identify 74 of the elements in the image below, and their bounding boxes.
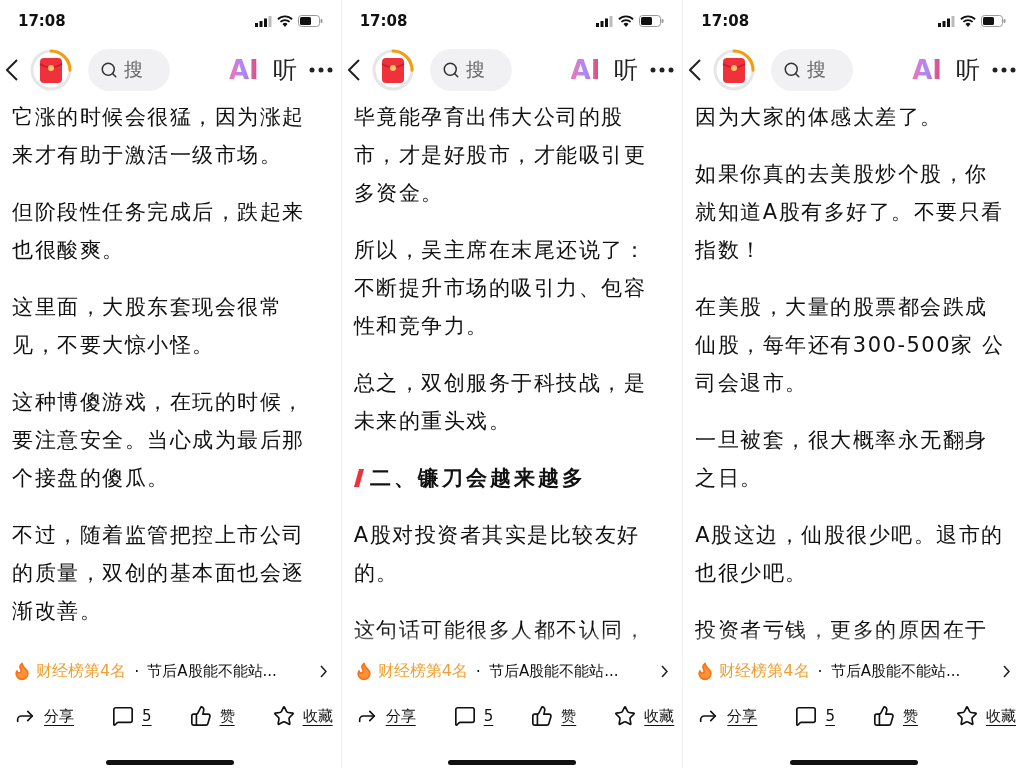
star-icon [272,705,295,727]
star-icon [614,705,637,727]
status-time: 17:08 [359,12,408,30]
article-paragraph: 因为大家的体感太差了。 [695,104,943,131]
search-field[interactable]: 搜 [429,49,512,91]
wifi-icon [618,15,635,27]
comment-icon [795,705,818,727]
comment-button[interactable]: 5 [453,705,494,727]
chevron-right-icon [1003,664,1010,678]
search-icon [441,61,460,79]
share-button[interactable]: 分享 [697,705,758,727]
article-paragraph: 如果你真的去美股炒个股，你 就知道A股有多好了。不要只看 指数！ [695,161,1004,264]
ranking-link[interactable]: 财经榜第4名 · 节后A股能不能站... [683,648,1024,694]
share-button[interactable]: 分享 [14,705,74,727]
battery-icon [639,15,665,27]
like-button[interactable]: 赞 [189,705,235,727]
article-paragraph: 所以，吴主席在末尾还说了： 不断提升市场的吸引力、包容 性和竞争力。 [353,237,647,340]
back-icon[interactable] [6,59,18,81]
thumbs-up-icon [872,705,895,727]
back-icon[interactable] [689,59,702,81]
comment-button[interactable]: 5 [112,705,152,727]
article-paragraph: 总之，双创服务于科技战，是 未来的重头戏。 [353,370,647,435]
chevron-right-icon [661,664,669,678]
article-paragraph: 投资者亏钱，更多的原因在于 [695,617,988,644]
thumbs-up-icon [531,705,554,727]
comment-icon [112,705,135,727]
like-button[interactable]: 赞 [531,705,577,727]
envelope-icon[interactable] [28,47,74,93]
wifi-icon [276,15,293,27]
article-paragraph: 这种博傻游戏，在玩的时候， 要注意安全。当心成为最后那 个接盘的傻瓜。 [12,389,305,492]
article-paragraph: 在美股，大量的股票都会跌成 仙股，每年还有300-500家 公 司会退市。 [695,294,1005,397]
listen-button[interactable]: 听 [272,54,297,86]
comment-button[interactable]: 5 [795,705,835,727]
article-paragraph: 毕竟能孕育出伟大公司的股 市，才是好股市，才能吸引更 多资金。 [353,104,647,207]
article-paragraph: 但阶段性任务完成后，跌起来 也很酸爽。 [12,199,305,264]
chevron-right-icon [319,664,327,678]
back-icon[interactable] [347,59,360,81]
search-field[interactable]: 搜 [88,49,170,91]
article-paragraph: 它涨的时候会很猛，因为涨起 来才有助于激活一级市场。 [12,104,305,169]
ranking-link[interactable]: 财经榜第4名 · 节后A股能不能站... [0,648,341,694]
status-time: 17:08 [701,12,750,30]
comment-icon [453,705,476,727]
article-paragraph: A股这边，仙股很少吧。退市的 也很少吧。 [695,522,1004,587]
article-paragraph: 一旦被套，很大概率永无翻身 之日。 [695,427,988,492]
search-field[interactable]: 搜 [771,49,854,91]
more-icon[interactable] [308,67,333,73]
more-icon[interactable] [650,67,675,73]
battery-icon [981,15,1006,27]
article-paragraph: 这里面，大股东套现会很常 见，不要大惊小怪。 [12,294,282,359]
flame-icon [12,661,32,681]
signal-icon [254,15,272,27]
ranking-link[interactable]: 财经榜第4名 · 节后A股能不能站... [341,648,683,694]
share-button[interactable]: 分享 [355,705,416,727]
article-paragraph: A股对投资者其实是比较友好 的。 [353,522,640,587]
search-icon [100,61,118,79]
like-button[interactable]: 赞 [872,705,918,727]
star-icon [956,705,978,727]
listen-button[interactable]: 听 [614,54,639,86]
article-paragraph: 这句话可能很多人都不认同， [353,617,647,644]
more-icon[interactable] [992,67,1016,73]
thumbs-up-icon [189,705,212,727]
listen-button[interactable]: 听 [956,54,980,86]
battery-icon [297,15,323,27]
signal-icon [938,15,955,27]
favorite-button[interactable]: 收藏 [272,705,333,727]
wifi-icon [960,15,976,27]
favorite-button[interactable]: 收藏 [956,705,1016,727]
signal-icon [596,15,614,27]
slash-mark-icon [353,469,364,487]
article-paragraph: 不过，随着监管把控上市公司 的质量，双创的基本面也会逐 渐改善。 [12,522,305,625]
search-icon [783,61,802,79]
status-time: 17:08 [18,12,66,30]
section-heading: 二、镰刀会越来越多 [369,465,586,492]
favorite-button[interactable]: 收藏 [614,705,675,727]
